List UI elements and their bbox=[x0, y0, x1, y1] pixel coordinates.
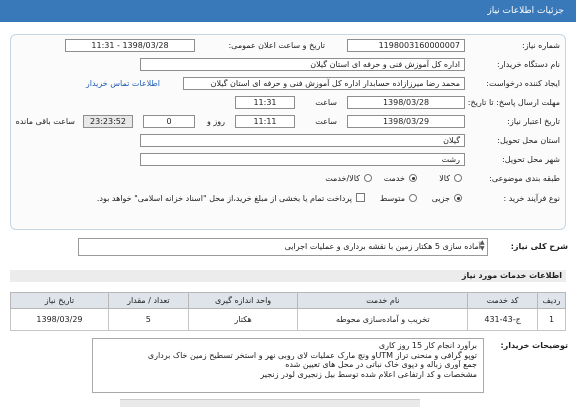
summary-label: شرح کلی نیاز: bbox=[510, 242, 568, 251]
validity-time-field[interactable]: 11:11 bbox=[235, 115, 295, 128]
buyer-org-label: نام دستگاه خریدار: bbox=[497, 60, 560, 69]
remaining-label: ساعت باقی مانده bbox=[15, 117, 75, 126]
need-number-field[interactable]: 1198003160000007 bbox=[347, 39, 465, 52]
services-title: اطلاعات خدمات مورد نیاز bbox=[10, 270, 566, 282]
validity-time-label: ساعت bbox=[315, 117, 337, 126]
buyer-notes-box[interactable]: برآورد انجام کار 15 روز کاری توپو گرافی … bbox=[92, 338, 484, 393]
category-goods-label: کالا bbox=[439, 174, 450, 183]
cell-code: ج-43-431 bbox=[467, 308, 539, 331]
announce-field[interactable]: 1398/03/28 - 11:31 bbox=[65, 39, 195, 52]
province-label: استان محل تحویل: bbox=[497, 136, 560, 145]
announce-label: تاریخ و ساعت اعلان عمومی: bbox=[228, 41, 325, 50]
notes-line: برآورد انجام کار 15 روز کاری bbox=[378, 341, 477, 350]
reply-date-field[interactable]: 1398/03/28 bbox=[347, 96, 465, 109]
col-name: نام خدمت bbox=[297, 292, 469, 309]
days-left-field: 0 bbox=[143, 115, 195, 128]
col-code: کد خدمت bbox=[467, 292, 539, 309]
purchase-medium-label: متوسط bbox=[379, 194, 405, 203]
province-field[interactable]: گیلان bbox=[140, 134, 465, 147]
cell-row: 1 bbox=[537, 308, 566, 331]
category-service-label: خدمت bbox=[383, 174, 405, 183]
table-row[interactable]: 1 ج-43-431 تخریب و آماده‌سازی محوطه هکتا… bbox=[10, 308, 566, 331]
treasury-checkbox[interactable] bbox=[356, 193, 365, 202]
need-number-label: شماره نیاز: bbox=[522, 41, 560, 50]
reply-deadline-label: مهلت ارسال پاسخ: تا تاریخ: bbox=[467, 98, 560, 107]
remaining-time-field: 23:23:52 bbox=[83, 115, 133, 128]
page-title: جزئیات اطلاعات نیاز bbox=[487, 6, 564, 16]
category-goods-service-radio[interactable] bbox=[364, 174, 372, 182]
notes-label: توضیحات خریدار: bbox=[500, 341, 568, 350]
cell-date: 1398/03/29 bbox=[10, 308, 109, 331]
city-label: شهر محل تحویل: bbox=[502, 155, 560, 164]
category-label: طبقه بندی موضوعی: bbox=[489, 174, 560, 183]
validity-label: تاریخ اعتبار نیاز: bbox=[507, 117, 560, 126]
validity-date-field[interactable]: 1398/03/29 bbox=[347, 115, 465, 128]
col-row: ردیف bbox=[537, 292, 566, 309]
creator-field[interactable]: محمد رضا میرزازاده حسابدار اداره کل آموز… bbox=[183, 77, 465, 90]
page-header: جزئیات اطلاعات نیاز bbox=[0, 0, 576, 22]
treasury-note: پرداخت تمام یا بخشی از مبلغ خرید،از محل … bbox=[96, 194, 352, 203]
reply-time-label: ساعت bbox=[315, 98, 337, 107]
cell-name: تخریب و آماده‌سازی محوطه bbox=[297, 308, 469, 331]
category-service-radio[interactable] bbox=[409, 174, 417, 182]
city-field[interactable]: رشت bbox=[140, 153, 465, 166]
footer-strip bbox=[120, 399, 420, 407]
cell-unit: هکتار bbox=[187, 308, 299, 331]
day-label: روز و bbox=[207, 117, 225, 126]
purchase-minor-label: جزیی bbox=[431, 194, 450, 203]
table-header-row: ردیف کد خدمت نام خدمت واحد اندازه گیری ت… bbox=[10, 292, 566, 309]
services-table: ردیف کد خدمت نام خدمت واحد اندازه گیری ت… bbox=[10, 292, 566, 331]
purchase-minor-radio[interactable] bbox=[454, 194, 462, 202]
col-qty: تعداد / مقدار bbox=[107, 292, 189, 309]
col-date: تاریخ نیاز bbox=[10, 292, 109, 309]
reply-time-field[interactable]: 11:31 bbox=[235, 96, 295, 109]
need-info-form: شماره نیاز: 1198003160000007 تاریخ و ساع… bbox=[10, 34, 566, 230]
creator-label: ایجاد کننده درخواست: bbox=[486, 79, 560, 88]
col-unit: واحد اندازه گیری bbox=[187, 292, 299, 309]
cell-qty: 5 bbox=[107, 308, 189, 331]
category-goods-radio[interactable] bbox=[454, 174, 462, 182]
notes-line: مشخصات و کد ارتفاعی اعلام شده توسط بیل ز… bbox=[260, 369, 477, 379]
notes-line: توپو گرافی و منحنی تراز UTMو ونچ مارک عم… bbox=[147, 350, 477, 360]
notes-line: جمع آوری زباله و دپوی خاک نباتی در محل ه… bbox=[285, 360, 477, 369]
category-goods-service-label: کالا/خدمت bbox=[325, 174, 360, 183]
purchase-type-label: نوع فرآیند خرید : bbox=[503, 194, 560, 203]
buyer-contact-link[interactable]: اطلاعات تماس خریدار bbox=[86, 79, 160, 88]
purchase-medium-radio[interactable] bbox=[409, 194, 417, 202]
summary-field[interactable]: آماده سازی 5 هکتار زمین با نقشه برداری و… bbox=[78, 238, 488, 256]
buyer-org-field[interactable]: اداره کل آموزش فنی و حرفه ای استان گیلان bbox=[140, 58, 465, 71]
spinner-icon[interactable]: ▲ ▼ bbox=[480, 240, 485, 252]
